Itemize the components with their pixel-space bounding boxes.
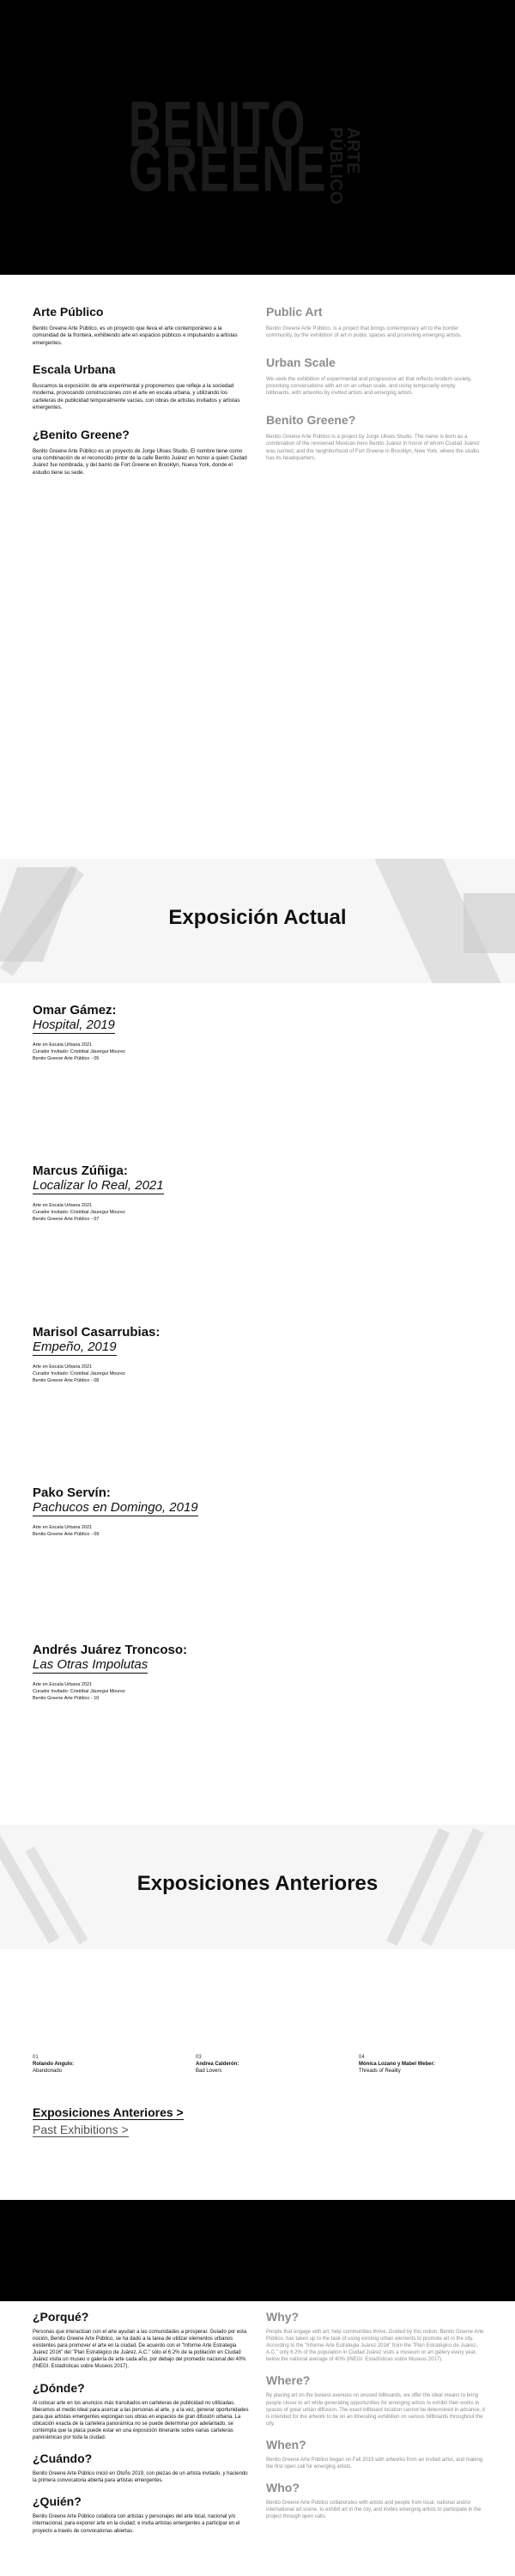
previous-exhibitions-link-es[interactable]: Exposiciones Anteriores > xyxy=(33,2105,184,2120)
work-item: Omar Gámez: Hospital, 2019 Arte en Escal… xyxy=(33,1003,125,1063)
previous-exhibitions-link-en[interactable]: Past Exhibitions > xyxy=(33,2123,129,2137)
faq-en-answer: By placing art on the busiest avenues on… xyxy=(266,2393,485,2427)
work-meta: Benito Greene Arte Público - 07 xyxy=(33,1216,100,1222)
card-number: 03 xyxy=(196,2055,202,2060)
work-meta: Benito Greene Arte Público - 05 xyxy=(33,1055,100,1061)
intro-en-text-2: Benito Greene Arte Público is a project … xyxy=(266,433,480,461)
work-meta: Benito Greene Arte Público - 08 xyxy=(33,1377,100,1383)
work-artist: Andrés Juárez Troncoso: xyxy=(33,1643,188,1657)
work-title-link[interactable]: Hospital, 2019 xyxy=(33,1018,115,1034)
work-item: Pako Servín: Pachucos en Domingo, 2019 A… xyxy=(33,1485,198,1539)
intro-english: Public Art Benito Greene Arte Público, i… xyxy=(266,305,481,477)
card-artist: Rolando Angulo: xyxy=(33,2061,75,2067)
intro-spanish: Arte Público Benito Greene Arte Público,… xyxy=(33,305,247,492)
work-meta: Curador Invitado: Cristóbal Jáuregui Mou… xyxy=(33,1048,125,1054)
intro-es-text-0: Benito Greene Arte Público, es un proyec… xyxy=(33,325,238,346)
logo-vertical2: PÚBLICO xyxy=(326,127,345,204)
faq-en-answer: Benito Greene Arte Público began on Fall… xyxy=(266,2457,483,2470)
intro-en-title-1: Urban Scale xyxy=(266,355,336,369)
work-title-link[interactable]: Las Otras Impolutas xyxy=(33,1657,148,1674)
work-meta: Curador Invitado: Cristóbal Jáuregui Mou… xyxy=(33,1688,125,1694)
faq-en-question: Where? xyxy=(266,2373,311,2388)
work-meta: Benito Greene Arte Público - 09 xyxy=(33,1531,100,1537)
current-exhibition-banner: Exposición Actual xyxy=(0,859,515,983)
intro-en-title-0: Public Art xyxy=(266,305,323,319)
work-meta: Arte en Escala Urbana 2021 xyxy=(33,1682,93,1687)
work-meta: Arte en Escala Urbana 2021 xyxy=(33,1042,93,1048)
card-artist: Andrea Calderón: xyxy=(196,2061,239,2067)
faq-en-question: When? xyxy=(266,2437,306,2451)
faq-es-question: ¿Dónde? xyxy=(33,2380,85,2395)
work-meta: Arte en Escala Urbana 2021 xyxy=(33,1525,93,1530)
intro-en-text-0: Benito Greene Arte Público, is a project… xyxy=(266,325,462,339)
previous-exhibitions-banner: Exposiciones Anteriores xyxy=(0,1825,515,1949)
work-item: Marisol Casarrubias: Empeño, 2019 Arte e… xyxy=(33,1325,160,1385)
work-artist: Omar Gámez: xyxy=(33,1003,117,1018)
work-item: Andrés Juárez Troncoso: Las Otras Impolu… xyxy=(33,1643,187,1703)
faq-es-answer: Personas que interactúan con el arte ayu… xyxy=(33,2330,247,2370)
card-work: Abandonado xyxy=(33,2068,63,2074)
intro-en-title-2: Benito Greene? xyxy=(266,412,356,427)
work-title-link[interactable]: Empeño, 2019 xyxy=(33,1340,117,1356)
faq-es-question: ¿Porqué? xyxy=(33,2310,89,2324)
intro-es-text-2: Benito Greene Arte Público es un proyect… xyxy=(33,447,247,476)
faq-es-answer: Al colocar arte en los anuncios más tran… xyxy=(33,2400,249,2441)
work-meta: Benito Greene Arte Público - 10 xyxy=(33,1695,100,1701)
logo-vertical1: ARTE xyxy=(343,127,362,174)
black-band xyxy=(0,2200,515,2301)
hero-section: BENITO GREENE ARTE PÚBLICO xyxy=(0,0,515,275)
faq-en-question: Why? xyxy=(266,2310,300,2324)
work-meta: Curador Invitado: Cristóbal Jáuregui Mou… xyxy=(33,1209,125,1215)
previous-links: Exposiciones Anteriores > Past Exhibitio… xyxy=(33,2105,184,2138)
card-number: 01 xyxy=(33,2055,39,2060)
faq-en-question: Who? xyxy=(266,2481,300,2495)
faq-spanish: ¿Porqué? Personas que interactúan con el… xyxy=(33,2310,251,2545)
faq-es-question: ¿Cuándo? xyxy=(33,2451,93,2466)
faq-en-answer: Benito Greene Arte Público collaborates … xyxy=(266,2500,482,2520)
faq-es-answer: Benito Greene Arte Público inició en Oto… xyxy=(33,2471,248,2484)
work-meta: Arte en Escala Urbana 2021 xyxy=(33,1364,93,1370)
intro-es-title-0: Arte Público xyxy=(33,305,104,319)
intro-es-title-2: ¿Benito Greene? xyxy=(33,427,130,441)
faq-english: Why? People that engage with art, help c… xyxy=(266,2310,485,2530)
faq-es-question: ¿Quién? xyxy=(33,2494,82,2509)
intro-es-text-1: Buscamos la exposición de arte experimen… xyxy=(33,383,240,411)
work-artist: Pako Servín: xyxy=(33,1485,111,1500)
work-title-link[interactable]: Pachucos en Domingo, 2019 xyxy=(33,1500,198,1516)
work-artist: Marcus Zúñiga: xyxy=(33,1163,128,1178)
work-meta: Arte en Escala Urbana 2021 xyxy=(33,1203,93,1208)
current-exhibition-title: Exposición Actual xyxy=(168,906,347,929)
work-item: Marcus Zúñiga: Localizar lo Real, 2021 A… xyxy=(33,1163,164,1224)
card-artist: Mónica Lozano y Mabel Weber: xyxy=(359,2061,435,2067)
logo-line2: GREENE xyxy=(129,133,328,206)
faq-en-answer: People that engage with art, help commun… xyxy=(266,2330,484,2363)
work-meta: Curador Invitado: Cristóbal Jáuregui Mou… xyxy=(33,1370,125,1376)
previous-exhibition-card[interactable]: 04 Mónica Lozano y Mabel Weber: Threads … xyxy=(359,2055,488,2075)
benito-greene-logo: BENITO GREENE ARTE PÚBLICO xyxy=(129,93,386,204)
previous-exhibitions-grid: 01 Rolando Angulo: Abandonado 03 Andrea … xyxy=(33,2055,488,2075)
faq-es-answer: Benito Greene Arte Público colabora con … xyxy=(33,2514,240,2534)
card-work: Bad Lovers xyxy=(196,2068,222,2074)
card-number: 04 xyxy=(359,2055,365,2060)
intro-es-title-1: Escala Urbana xyxy=(33,362,116,377)
work-artist: Marisol Casarrubias: xyxy=(33,1325,161,1340)
work-title-link[interactable]: Localizar lo Real, 2021 xyxy=(33,1178,164,1194)
card-work: Threads of Reality xyxy=(359,2068,401,2074)
intro-en-text-1: We seek the exhibition of experimental a… xyxy=(266,375,472,397)
previous-exhibition-card[interactable]: 03 Andrea Calderón: Bad Lovers xyxy=(196,2055,324,2075)
previous-exhibitions-title: Exposiciones Anteriores xyxy=(136,1872,379,1895)
previous-exhibition-card[interactable]: 01 Rolando Angulo: Abandonado xyxy=(33,2055,161,2075)
